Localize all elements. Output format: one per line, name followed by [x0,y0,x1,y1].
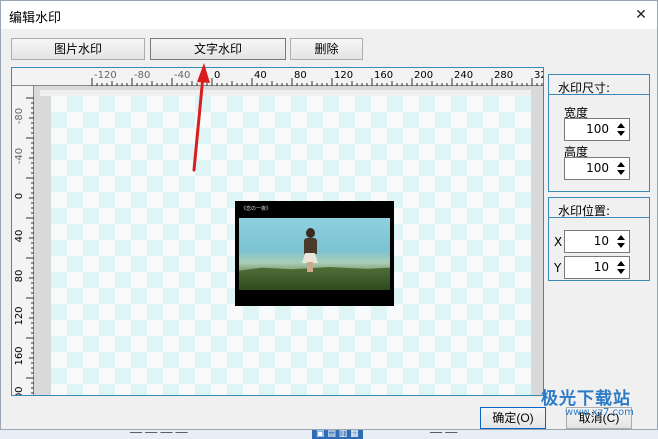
background-chip: ▣ ▤ ▥ ▦ [312,429,363,439]
width-increase-icon[interactable] [617,123,625,128]
height-spinner[interactable]: 100 [564,157,630,180]
ruler-left-label: 80 [14,270,25,283]
watermark-position-heading: 水印位置: [549,198,649,218]
height-decrease-icon[interactable] [617,170,625,175]
y-spinner[interactable]: 10 [564,256,630,279]
height-spinner-arrows [613,158,629,179]
x-value: 10 [593,234,609,248]
x-spinner-arrows [613,231,629,252]
ruler-left-label: 160 [14,346,25,365]
ruler-top-label: -40 [174,70,190,81]
width-spinner-arrows [613,119,629,140]
photo-person-body [304,238,317,254]
width-spinner[interactable]: 100 [564,118,630,141]
ruler-left-label: -40 [14,148,25,164]
ruler-top-label: 240 [454,70,473,81]
ruler-top-label: 80 [294,70,307,81]
dialog-title: 编辑水印 [9,11,62,26]
delete-button[interactable]: 删除 [290,38,363,60]
photo-person-head [306,228,315,238]
height-value: 100 [586,161,609,175]
watermark-position-group: 水印位置: X 10 Y 10 [548,197,650,281]
title-bar: 编辑水印 ✕ [1,1,657,29]
photo-person-legs [307,262,313,272]
ruler-top-label: 320 [534,70,544,81]
photo-person [301,228,319,272]
y-spinner-arrows [613,257,629,278]
site-watermark-logo: 极光下载站 www.xz7.com [539,384,657,424]
ok-button[interactable]: 确定(O) [480,407,546,429]
ruler-left-label: 0 [14,193,25,199]
ruler-left-label: -80 [14,108,25,124]
ruler-top-label: 280 [494,70,513,81]
width-decrease-icon[interactable] [617,131,625,136]
watermark-canvas[interactable]: -120 -80 -40 0 40 80 120 160 200 240 280 320 -80 -40… [11,67,544,396]
y-decrease-icon[interactable] [617,269,625,274]
y-label: Y [554,261,562,275]
ruler-left-label: 200 [14,386,25,396]
text-watermark-button[interactable]: 文字水印 [150,38,286,60]
height-increase-icon[interactable] [617,162,625,167]
ruler-top-label: 40 [254,70,267,81]
ruler-top-label: -120 [94,70,117,81]
x-label: X [554,235,563,249]
ruler-top-label: 200 [414,70,433,81]
x-increase-icon[interactable] [617,235,625,240]
watermark-size-heading: 水印尺寸: [549,75,649,95]
ruler-top-label: 120 [334,70,353,81]
close-icon[interactable]: ✕ [631,5,651,25]
y-value: 10 [593,260,609,274]
canvas-page: 《恋の一夜》 [51,96,531,395]
ruler-left-label: 120 [14,306,25,325]
x-spinner[interactable]: 10 [564,230,630,253]
y-increase-icon[interactable] [617,261,625,266]
ruler-left: -80 -40 0 40 80 120 160 200 [12,86,34,396]
site-watermark-name: 极光下载站 [541,389,631,409]
watermark-caption: 《恋の一夜》 [241,206,272,212]
width-value: 100 [586,122,609,136]
ruler-top-label: -80 [134,70,150,81]
ruler-top-ticks: -120 -80 -40 0 40 80 120 160 200 240 280 320 [91,70,544,86]
ruler-left-label: 40 [14,230,25,243]
canvas-workarea: 《恋の一夜》 [34,86,543,395]
watermark-image[interactable]: 《恋の一夜》 [235,201,394,306]
site-watermark-url: www.xz7.com [565,407,634,418]
watermark-photo [239,218,390,290]
ruler-top-label: 0 [214,70,220,81]
image-watermark-button[interactable]: 图片水印 [11,38,145,60]
ruler-top: -120 -80 -40 0 40 80 120 160 200 240 280 320 [12,68,544,86]
x-decrease-icon[interactable] [617,243,625,248]
ruler-top-label: 160 [374,70,393,81]
edit-watermark-dialog: 编辑水印 ✕ 图片水印 文字水印 删除 -120 -80 -40 0 40 80 120 16… [0,0,658,430]
ruler-left-ticks: -80 -40 0 40 80 120 160 200 [14,97,34,396]
watermark-size-group: 水印尺寸: 宽度 100 高度 100 [548,74,650,192]
